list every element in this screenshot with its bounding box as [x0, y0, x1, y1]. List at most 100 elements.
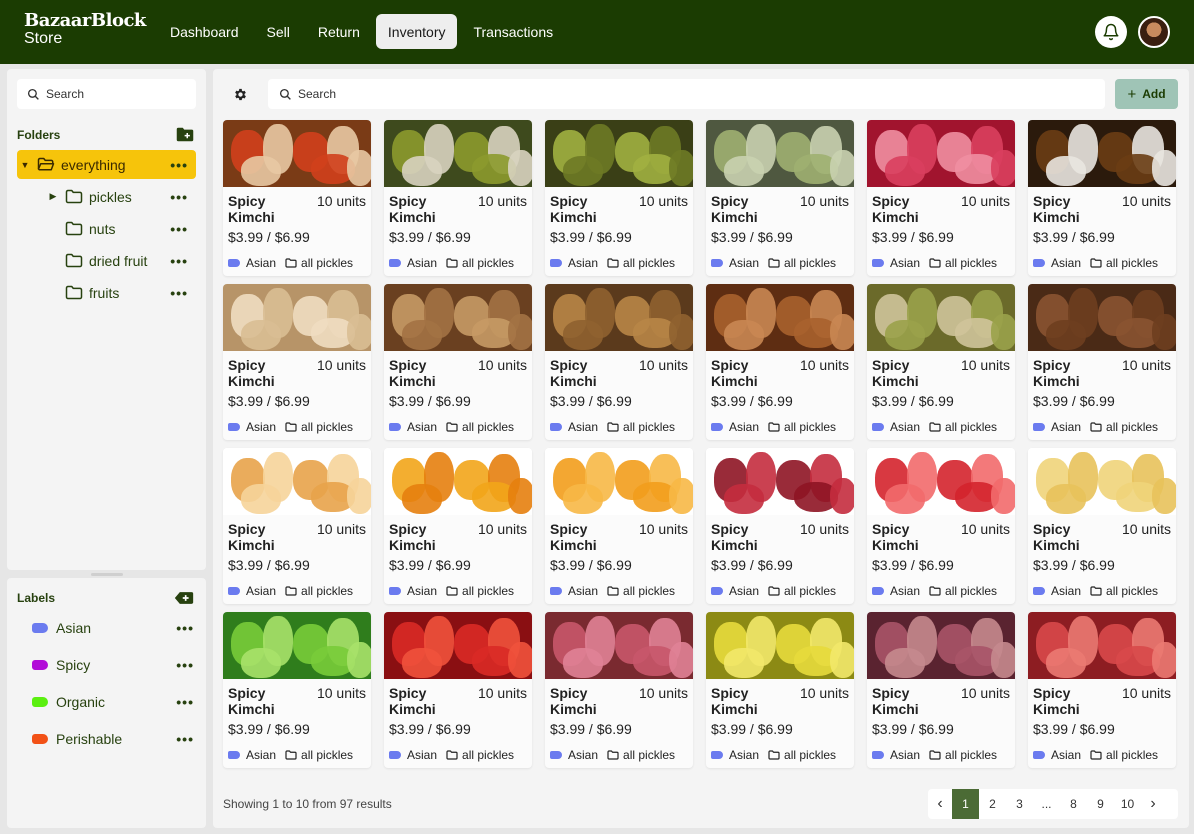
- product-tags: Asian all pickles: [550, 256, 675, 270]
- image-texture: [347, 314, 371, 350]
- more-options-icon[interactable]: •••: [170, 190, 188, 204]
- product-card[interactable]: Spicy Kimchi 10 units $3.99 / $6.99 Asian al…: [1028, 284, 1176, 440]
- folder-icon-wrap: [768, 750, 780, 760]
- label-organic[interactable]: Organic •••: [32, 691, 202, 713]
- product-card[interactable]: Spicy Kimchi 10 units $3.99 / $6.99 Asian al…: [706, 120, 854, 276]
- image-texture: [402, 156, 442, 186]
- product-price: $3.99 / $6.99: [1033, 393, 1115, 409]
- product-card[interactable]: Spicy Kimchi 10 units $3.99 / $6.99 Asian al…: [1028, 448, 1176, 604]
- folder-icon-wrap: [285, 258, 297, 268]
- product-price: $3.99 / $6.99: [711, 557, 793, 573]
- brand-logo[interactable]: BazaarBlock Store: [24, 12, 146, 47]
- product-card[interactable]: Spicy Kimchi 10 units $3.99 / $6.99 Asian al…: [223, 120, 371, 276]
- nav-item-return[interactable]: Return: [306, 14, 372, 49]
- nav-item-inventory[interactable]: Inventory: [375, 14, 458, 49]
- label-perishable[interactable]: Perishable •••: [32, 728, 202, 750]
- user-avatar[interactable]: [1138, 16, 1170, 48]
- folder-everything[interactable]: ▼ everything •••: [17, 150, 196, 179]
- folder-fruits[interactable]: fruits •••: [45, 278, 196, 307]
- folder-icon-wrap: [929, 258, 941, 268]
- folder-dried-fruit[interactable]: dried fruit •••: [45, 246, 196, 275]
- folder-nuts[interactable]: nuts •••: [45, 214, 196, 243]
- product-card[interactable]: Spicy Kimchi 10 units $3.99 / $6.99 Asian al…: [384, 612, 532, 768]
- image-texture: [508, 150, 532, 186]
- inventory-search-placeholder: Search: [298, 87, 337, 101]
- product-card[interactable]: Spicy Kimchi 10 units $3.99 / $6.99 Asian al…: [1028, 612, 1176, 768]
- product-card[interactable]: Spicy Kimchi 10 units $3.99 / $6.99 Asian al…: [545, 284, 693, 440]
- nav-item-sell[interactable]: Sell: [255, 14, 302, 49]
- product-card[interactable]: Spicy Kimchi 10 units $3.99 / $6.99 Asian al…: [223, 284, 371, 440]
- nav-item-transactions[interactable]: Transactions: [461, 14, 565, 49]
- folder-icon-wrap: [768, 258, 780, 268]
- page-8-button[interactable]: 8: [1060, 789, 1087, 819]
- product-card[interactable]: Spicy Kimchi 10 units $3.99 / $6.99 Asian al…: [384, 448, 532, 604]
- add-folder-button[interactable]: [176, 127, 194, 147]
- panel-resize-handle[interactable]: [91, 573, 123, 576]
- more-options-icon[interactable]: •••: [176, 732, 194, 746]
- product-price: $3.99 / $6.99: [550, 393, 632, 409]
- folder-icon: [285, 750, 297, 760]
- product-card[interactable]: Spicy Kimchi 10 units $3.99 / $6.99 Asian al…: [1028, 120, 1176, 276]
- product-card[interactable]: Spicy Kimchi 10 units $3.99 / $6.99 Asian al…: [545, 120, 693, 276]
- prev-page-button[interactable]: ‹: [928, 789, 952, 819]
- more-options-icon[interactable]: •••: [170, 254, 188, 268]
- more-options-icon[interactable]: •••: [170, 222, 188, 236]
- folder-icon-wrap: [65, 221, 83, 236]
- label-asian[interactable]: Asian •••: [32, 617, 202, 639]
- more-options-icon[interactable]: •••: [176, 695, 194, 709]
- product-card[interactable]: Spicy Kimchi 10 units $3.99 / $6.99 Asian al…: [867, 284, 1015, 440]
- image-texture: [885, 484, 925, 514]
- image-texture: [724, 320, 764, 350]
- settings-button[interactable]: [233, 87, 248, 107]
- caret-icon[interactable]: ▼: [17, 160, 33, 170]
- product-card[interactable]: Spicy Kimchi 10 units $3.99 / $6.99 Asian al…: [223, 612, 371, 768]
- sidebar-search-input[interactable]: Search: [17, 79, 196, 109]
- inventory-search-input[interactable]: Search: [268, 79, 1105, 109]
- page-10-button[interactable]: 10: [1114, 789, 1141, 819]
- label-tag-icon: [32, 734, 48, 744]
- folder-label: pickles: [89, 188, 132, 205]
- page-2-button[interactable]: 2: [979, 789, 1006, 819]
- product-folder: all pickles: [784, 256, 837, 270]
- page-9-button[interactable]: 9: [1087, 789, 1114, 819]
- product-price: $3.99 / $6.99: [228, 557, 310, 573]
- product-card[interactable]: Spicy Kimchi 10 units $3.99 / $6.99 Asian al…: [545, 612, 693, 768]
- product-image: [706, 120, 854, 187]
- more-options-icon[interactable]: •••: [176, 621, 194, 635]
- label-tag-icon: [1033, 587, 1045, 595]
- add-product-button[interactable]: + Add: [1115, 79, 1178, 109]
- image-texture: [724, 484, 764, 514]
- notifications-button[interactable]: [1095, 16, 1127, 48]
- product-label: Asian: [1051, 420, 1082, 434]
- nav-item-dashboard[interactable]: Dashboard: [158, 14, 251, 49]
- product-card[interactable]: Spicy Kimchi 10 units $3.99 / $6.99 Asian al…: [706, 612, 854, 768]
- more-options-icon[interactable]: •••: [176, 658, 194, 672]
- page-3-button[interactable]: 3: [1006, 789, 1033, 819]
- product-card[interactable]: Spicy Kimchi 10 units $3.99 / $6.99 Asian al…: [867, 612, 1015, 768]
- product-card[interactable]: Spicy Kimchi 10 units $3.99 / $6.99 Asian al…: [545, 448, 693, 604]
- folder-pickles[interactable]: ▶ pickles •••: [45, 182, 196, 211]
- product-card[interactable]: Spicy Kimchi 10 units $3.99 / $6.99 Asian al…: [223, 448, 371, 604]
- product-image: [1028, 284, 1176, 351]
- image-texture: [508, 314, 532, 350]
- product-image: [867, 612, 1015, 679]
- label-tag-icon: [872, 587, 884, 595]
- product-card[interactable]: Spicy Kimchi 10 units $3.99 / $6.99 Asian al…: [384, 120, 532, 276]
- more-options-icon[interactable]: •••: [170, 286, 188, 300]
- product-card[interactable]: Spicy Kimchi 10 units $3.99 / $6.99 Asian al…: [706, 284, 854, 440]
- product-card[interactable]: Spicy Kimchi 10 units $3.99 / $6.99 Asian al…: [706, 448, 854, 604]
- product-price: $3.99 / $6.99: [1033, 721, 1115, 737]
- image-texture: [1046, 320, 1086, 350]
- folder-icon: [65, 285, 83, 300]
- add-label-button[interactable]: [174, 591, 194, 610]
- product-card[interactable]: Spicy Kimchi 10 units $3.99 / $6.99 Asian al…: [384, 284, 532, 440]
- page-1-button[interactable]: 1: [952, 789, 979, 819]
- caret-icon[interactable]: ▶: [45, 191, 61, 202]
- product-card[interactable]: Spicy Kimchi 10 units $3.99 / $6.99 Asian al…: [867, 120, 1015, 276]
- more-options-icon[interactable]: •••: [170, 158, 188, 172]
- next-page-button[interactable]: ›: [1141, 789, 1165, 819]
- product-card[interactable]: Spicy Kimchi 10 units $3.99 / $6.99 Asian al…: [867, 448, 1015, 604]
- image-texture: [241, 484, 281, 514]
- label-spicy[interactable]: Spicy •••: [32, 654, 202, 676]
- brand-subtitle: Store: [24, 30, 63, 47]
